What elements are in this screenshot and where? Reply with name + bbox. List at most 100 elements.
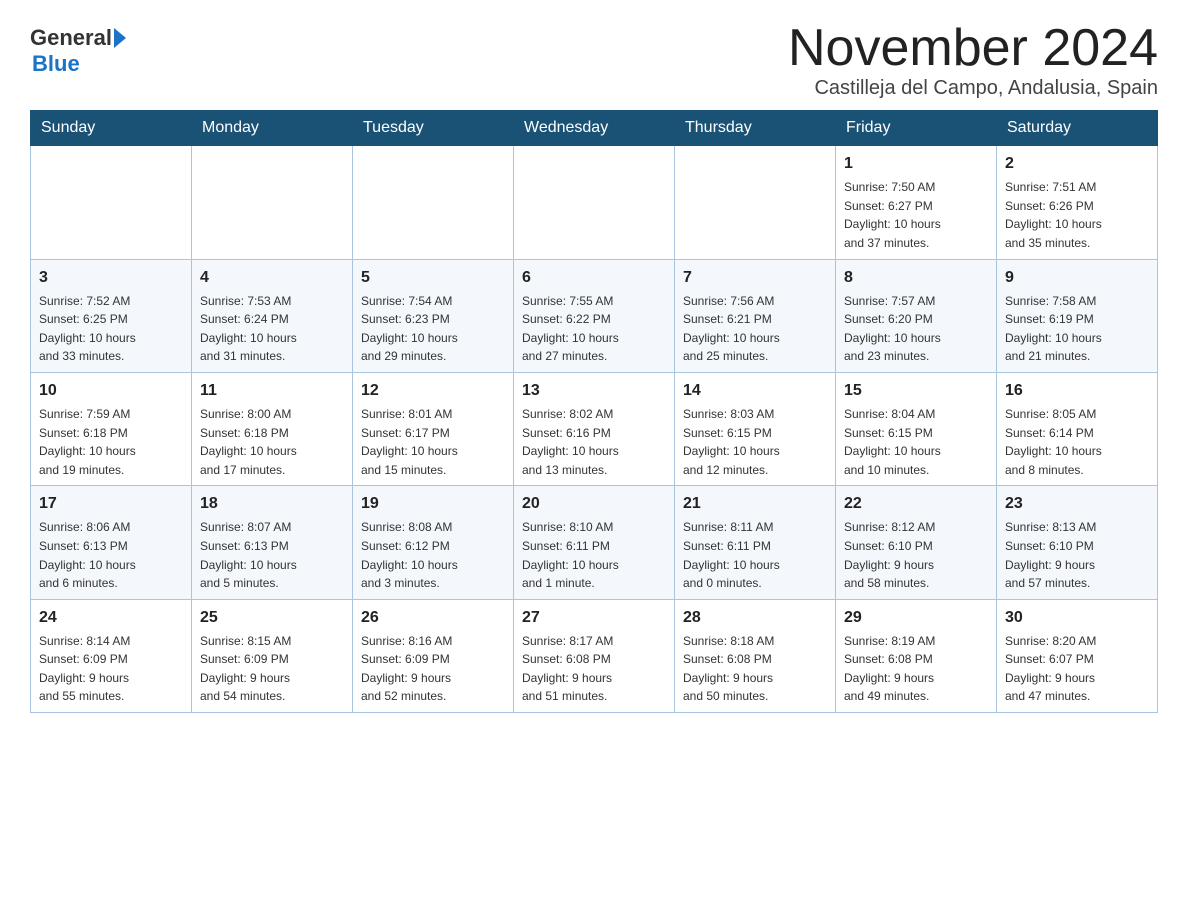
day-info: Sunrise: 8:00 AM Sunset: 6:18 PM Dayligh…	[200, 405, 344, 479]
table-row: 2Sunrise: 7:51 AM Sunset: 6:26 PM Daylig…	[997, 146, 1158, 259]
day-info: Sunrise: 7:52 AM Sunset: 6:25 PM Dayligh…	[39, 292, 183, 366]
table-row: 27Sunrise: 8:17 AM Sunset: 6:08 PM Dayli…	[514, 599, 675, 712]
day-info: Sunrise: 7:59 AM Sunset: 6:18 PM Dayligh…	[39, 405, 183, 479]
month-title: November 2024	[788, 20, 1158, 77]
table-row: 15Sunrise: 8:04 AM Sunset: 6:15 PM Dayli…	[836, 372, 997, 485]
calendar-week-row: 1Sunrise: 7:50 AM Sunset: 6:27 PM Daylig…	[31, 146, 1158, 259]
day-info: Sunrise: 8:17 AM Sunset: 6:08 PM Dayligh…	[522, 632, 666, 706]
day-info: Sunrise: 7:54 AM Sunset: 6:23 PM Dayligh…	[361, 292, 505, 366]
col-wednesday: Wednesday	[514, 111, 675, 146]
logo-text: General	[30, 25, 126, 51]
logo-general: General	[30, 25, 112, 51]
day-number: 24	[39, 606, 183, 630]
day-info: Sunrise: 8:14 AM Sunset: 6:09 PM Dayligh…	[39, 632, 183, 706]
table-row: 9Sunrise: 7:58 AM Sunset: 6:19 PM Daylig…	[997, 259, 1158, 372]
day-info: Sunrise: 7:55 AM Sunset: 6:22 PM Dayligh…	[522, 292, 666, 366]
table-row: 22Sunrise: 8:12 AM Sunset: 6:10 PM Dayli…	[836, 486, 997, 599]
table-row: 21Sunrise: 8:11 AM Sunset: 6:11 PM Dayli…	[675, 486, 836, 599]
day-number: 12	[361, 379, 505, 403]
table-row	[675, 146, 836, 259]
logo-blue-text: Blue	[32, 51, 80, 77]
day-info: Sunrise: 7:51 AM Sunset: 6:26 PM Dayligh…	[1005, 178, 1149, 252]
day-number: 15	[844, 379, 988, 403]
table-row	[192, 146, 353, 259]
table-row: 26Sunrise: 8:16 AM Sunset: 6:09 PM Dayli…	[353, 599, 514, 712]
table-row: 10Sunrise: 7:59 AM Sunset: 6:18 PM Dayli…	[31, 372, 192, 485]
day-number: 3	[39, 266, 183, 290]
table-row: 30Sunrise: 8:20 AM Sunset: 6:07 PM Dayli…	[997, 599, 1158, 712]
day-info: Sunrise: 8:04 AM Sunset: 6:15 PM Dayligh…	[844, 405, 988, 479]
table-row: 28Sunrise: 8:18 AM Sunset: 6:08 PM Dayli…	[675, 599, 836, 712]
table-row: 7Sunrise: 7:56 AM Sunset: 6:21 PM Daylig…	[675, 259, 836, 372]
table-row: 18Sunrise: 8:07 AM Sunset: 6:13 PM Dayli…	[192, 486, 353, 599]
table-row: 24Sunrise: 8:14 AM Sunset: 6:09 PM Dayli…	[31, 599, 192, 712]
day-number: 4	[200, 266, 344, 290]
day-info: Sunrise: 8:02 AM Sunset: 6:16 PM Dayligh…	[522, 405, 666, 479]
table-row: 5Sunrise: 7:54 AM Sunset: 6:23 PM Daylig…	[353, 259, 514, 372]
day-number: 17	[39, 492, 183, 516]
day-info: Sunrise: 8:18 AM Sunset: 6:08 PM Dayligh…	[683, 632, 827, 706]
day-number: 29	[844, 606, 988, 630]
logo: General Blue	[30, 25, 126, 77]
logo-triangle-icon	[114, 28, 126, 48]
day-info: Sunrise: 8:13 AM Sunset: 6:10 PM Dayligh…	[1005, 518, 1149, 592]
table-row: 6Sunrise: 7:55 AM Sunset: 6:22 PM Daylig…	[514, 259, 675, 372]
day-info: Sunrise: 8:19 AM Sunset: 6:08 PM Dayligh…	[844, 632, 988, 706]
day-info: Sunrise: 7:50 AM Sunset: 6:27 PM Dayligh…	[844, 178, 988, 252]
day-number: 10	[39, 379, 183, 403]
day-info: Sunrise: 8:03 AM Sunset: 6:15 PM Dayligh…	[683, 405, 827, 479]
day-info: Sunrise: 8:16 AM Sunset: 6:09 PM Dayligh…	[361, 632, 505, 706]
day-number: 1	[844, 152, 988, 176]
day-info: Sunrise: 8:01 AM Sunset: 6:17 PM Dayligh…	[361, 405, 505, 479]
table-row: 3Sunrise: 7:52 AM Sunset: 6:25 PM Daylig…	[31, 259, 192, 372]
day-info: Sunrise: 8:15 AM Sunset: 6:09 PM Dayligh…	[200, 632, 344, 706]
table-row: 8Sunrise: 7:57 AM Sunset: 6:20 PM Daylig…	[836, 259, 997, 372]
day-number: 22	[844, 492, 988, 516]
day-number: 16	[1005, 379, 1149, 403]
day-info: Sunrise: 7:56 AM Sunset: 6:21 PM Dayligh…	[683, 292, 827, 366]
col-sunday: Sunday	[31, 111, 192, 146]
table-row: 17Sunrise: 8:06 AM Sunset: 6:13 PM Dayli…	[31, 486, 192, 599]
calendar-week-row: 3Sunrise: 7:52 AM Sunset: 6:25 PM Daylig…	[31, 259, 1158, 372]
table-row	[31, 146, 192, 259]
day-number: 27	[522, 606, 666, 630]
table-row	[353, 146, 514, 259]
day-number: 9	[1005, 266, 1149, 290]
location-subtitle: Castilleja del Campo, Andalusia, Spain	[788, 77, 1158, 100]
day-number: 20	[522, 492, 666, 516]
day-info: Sunrise: 8:05 AM Sunset: 6:14 PM Dayligh…	[1005, 405, 1149, 479]
table-row: 1Sunrise: 7:50 AM Sunset: 6:27 PM Daylig…	[836, 146, 997, 259]
day-number: 30	[1005, 606, 1149, 630]
table-row: 4Sunrise: 7:53 AM Sunset: 6:24 PM Daylig…	[192, 259, 353, 372]
day-number: 25	[200, 606, 344, 630]
day-info: Sunrise: 8:10 AM Sunset: 6:11 PM Dayligh…	[522, 518, 666, 592]
table-row: 23Sunrise: 8:13 AM Sunset: 6:10 PM Dayli…	[997, 486, 1158, 599]
day-info: Sunrise: 8:11 AM Sunset: 6:11 PM Dayligh…	[683, 518, 827, 592]
calendar-table: Sunday Monday Tuesday Wednesday Thursday…	[30, 110, 1158, 713]
table-row: 20Sunrise: 8:10 AM Sunset: 6:11 PM Dayli…	[514, 486, 675, 599]
table-row: 19Sunrise: 8:08 AM Sunset: 6:12 PM Dayli…	[353, 486, 514, 599]
day-info: Sunrise: 8:20 AM Sunset: 6:07 PM Dayligh…	[1005, 632, 1149, 706]
calendar-header-row: Sunday Monday Tuesday Wednesday Thursday…	[31, 111, 1158, 146]
day-info: Sunrise: 8:07 AM Sunset: 6:13 PM Dayligh…	[200, 518, 344, 592]
table-row: 14Sunrise: 8:03 AM Sunset: 6:15 PM Dayli…	[675, 372, 836, 485]
day-number: 18	[200, 492, 344, 516]
col-friday: Friday	[836, 111, 997, 146]
day-info: Sunrise: 8:06 AM Sunset: 6:13 PM Dayligh…	[39, 518, 183, 592]
day-number: 26	[361, 606, 505, 630]
table-row: 29Sunrise: 8:19 AM Sunset: 6:08 PM Dayli…	[836, 599, 997, 712]
day-number: 7	[683, 266, 827, 290]
page-header: General Blue November 2024 Castilleja de…	[30, 20, 1158, 100]
calendar-week-row: 10Sunrise: 7:59 AM Sunset: 6:18 PM Dayli…	[31, 372, 1158, 485]
day-number: 2	[1005, 152, 1149, 176]
table-row: 12Sunrise: 8:01 AM Sunset: 6:17 PM Dayli…	[353, 372, 514, 485]
day-info: Sunrise: 8:08 AM Sunset: 6:12 PM Dayligh…	[361, 518, 505, 592]
col-saturday: Saturday	[997, 111, 1158, 146]
day-number: 28	[683, 606, 827, 630]
title-section: November 2024 Castilleja del Campo, Anda…	[788, 20, 1158, 100]
col-monday: Monday	[192, 111, 353, 146]
table-row	[514, 146, 675, 259]
day-number: 23	[1005, 492, 1149, 516]
day-info: Sunrise: 7:53 AM Sunset: 6:24 PM Dayligh…	[200, 292, 344, 366]
day-number: 13	[522, 379, 666, 403]
